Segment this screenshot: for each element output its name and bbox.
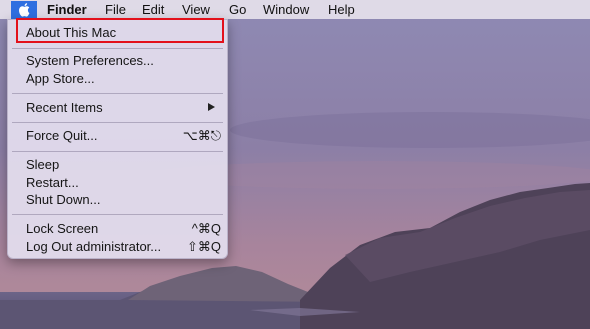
- menu-item-recent-items[interactable]: Recent Items: [26, 100, 103, 116]
- lock-screen-shortcut: ^⌘Q: [191, 221, 221, 236]
- menu-finder[interactable]: Finder: [47, 2, 87, 17]
- menu-go[interactable]: Go: [229, 2, 246, 17]
- menu-item-app-store[interactable]: App Store...: [26, 71, 95, 87]
- menu-item-sleep[interactable]: Sleep: [26, 157, 59, 173]
- menu-separator: [12, 48, 223, 49]
- menu-separator: [12, 214, 223, 215]
- menu-item-lock-screen[interactable]: Lock Screen: [26, 221, 98, 237]
- force-quit-shortcut: ⌥⌘⎋: [182, 128, 221, 143]
- chevron-right-icon: [208, 103, 215, 111]
- menu-edit[interactable]: Edit: [142, 2, 164, 17]
- menu-bar: Finder File Edit View Go Window Help: [0, 0, 590, 19]
- log-out-shortcut: ⇧⌘Q: [186, 239, 221, 254]
- menu-help[interactable]: Help: [328, 2, 355, 17]
- apple-icon: [19, 3, 30, 17]
- menu-item-system-preferences[interactable]: System Preferences...: [26, 53, 154, 69]
- menu-view[interactable]: View: [182, 2, 210, 17]
- menu-window[interactable]: Window: [263, 2, 309, 17]
- menu-separator: [12, 93, 223, 94]
- menu-item-restart[interactable]: Restart...: [26, 175, 79, 191]
- menu-file[interactable]: File: [105, 2, 126, 17]
- menu-item-force-quit[interactable]: Force Quit...: [26, 128, 98, 144]
- menu-item-shut-down[interactable]: Shut Down...: [26, 192, 100, 208]
- menu-item-log-out[interactable]: Log Out administrator...: [26, 239, 161, 255]
- about-this-mac-highlight: [16, 18, 224, 43]
- menu-separator: [12, 122, 223, 123]
- apple-menu-button[interactable]: [11, 1, 37, 19]
- menu-separator: [12, 151, 223, 152]
- apple-dropdown-menu: About This Mac System Preferences... App…: [7, 19, 228, 259]
